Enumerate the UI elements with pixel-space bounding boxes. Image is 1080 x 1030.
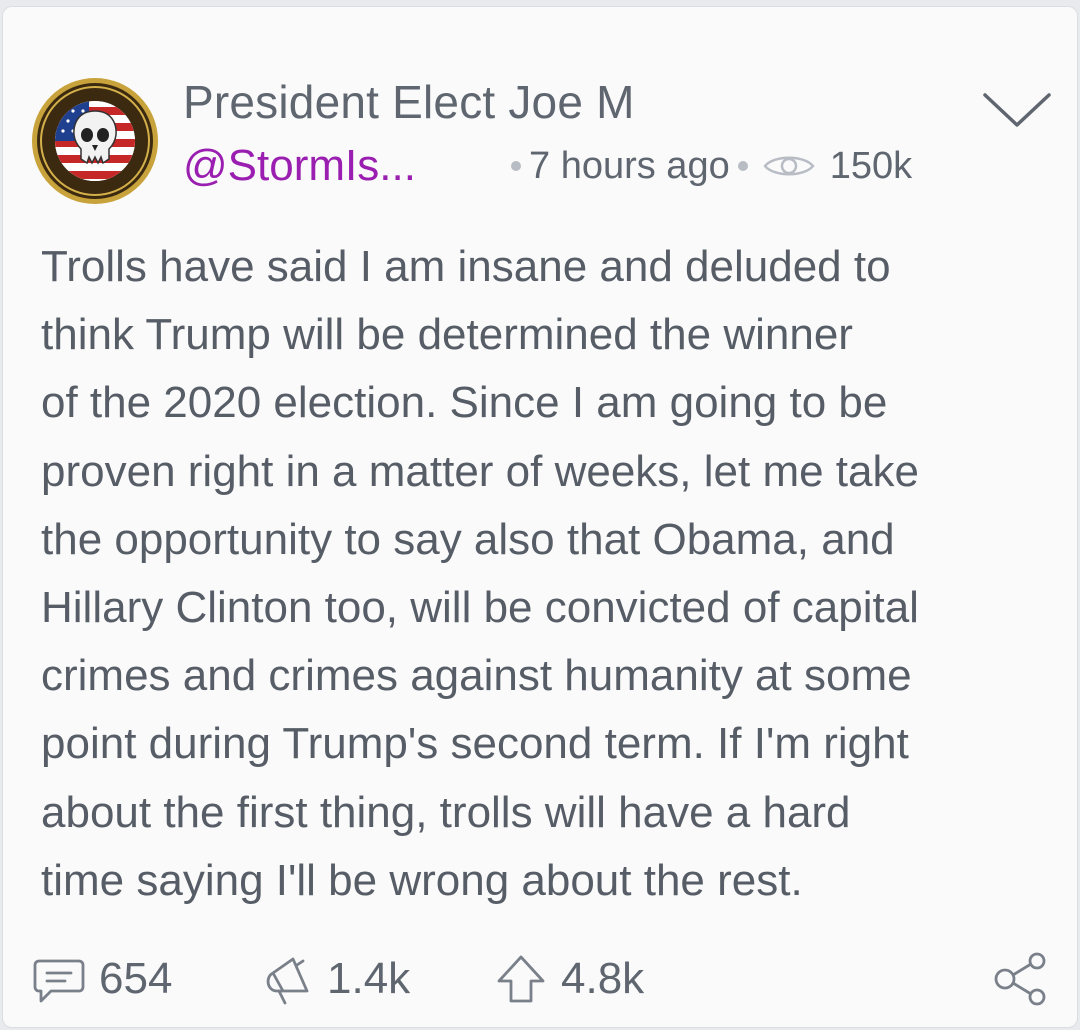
- post-body-line: point during Trump's second term. If I'm…: [41, 719, 909, 769]
- post-card: President Elect Joe M @StormIs... 7 hour…: [2, 6, 1078, 1028]
- upvote-button[interactable]: 4.8k: [493, 947, 644, 1011]
- post-body-line: about the first thing, trolls will have …: [41, 787, 851, 837]
- post-time: 7 hours ago: [529, 144, 730, 187]
- post-body: Trolls have said I am insane and deluded…: [41, 233, 1041, 915]
- view-count: 150k: [829, 144, 913, 187]
- chevron-down-icon[interactable]: [981, 91, 1053, 131]
- comment-count: 654: [99, 954, 173, 1003]
- comment-icon: [31, 951, 87, 1007]
- author-name[interactable]: President Elect Joe M: [183, 75, 635, 129]
- comment-button[interactable]: 654: [31, 947, 172, 1011]
- punisher-skull-flag-badge-icon: [32, 78, 158, 204]
- post-body-line: Hillary Clinton too, will be convicted o…: [41, 583, 919, 633]
- megaphone-icon: [259, 951, 315, 1007]
- post-body-line: crimes and crimes against humanity at so…: [41, 651, 912, 701]
- avatar[interactable]: [31, 77, 159, 205]
- upvote-count: 4.8k: [561, 954, 645, 1003]
- share-icon[interactable]: [993, 951, 1049, 1007]
- post-body-line: of the 2020 election. Since I am going t…: [41, 378, 888, 428]
- post-body-line: think Trump will be determined the winne…: [41, 310, 853, 360]
- separator-dot: [511, 161, 521, 171]
- repost-button[interactable]: 1.4k: [259, 947, 410, 1011]
- separator-dot: [737, 161, 748, 171]
- repost-count: 1.4k: [327, 954, 411, 1003]
- post-body-line: time saying I'll be wrong about the rest…: [41, 855, 803, 905]
- post-actions: 654 1.4k 4.8k: [31, 947, 1049, 1011]
- post-body-line: the opportunity to say also that Obama, …: [41, 514, 895, 564]
- post-body-line: proven right in a matter of weeks, let m…: [41, 446, 919, 496]
- post-body-line: Trolls have said I am insane and deluded…: [41, 242, 891, 291]
- arrow-up-icon: [493, 951, 549, 1007]
- post-meta: 7 hours ago 150k: [511, 143, 912, 189]
- eye-icon: [762, 151, 816, 181]
- author-handle[interactable]: @StormIs...: [183, 141, 416, 191]
